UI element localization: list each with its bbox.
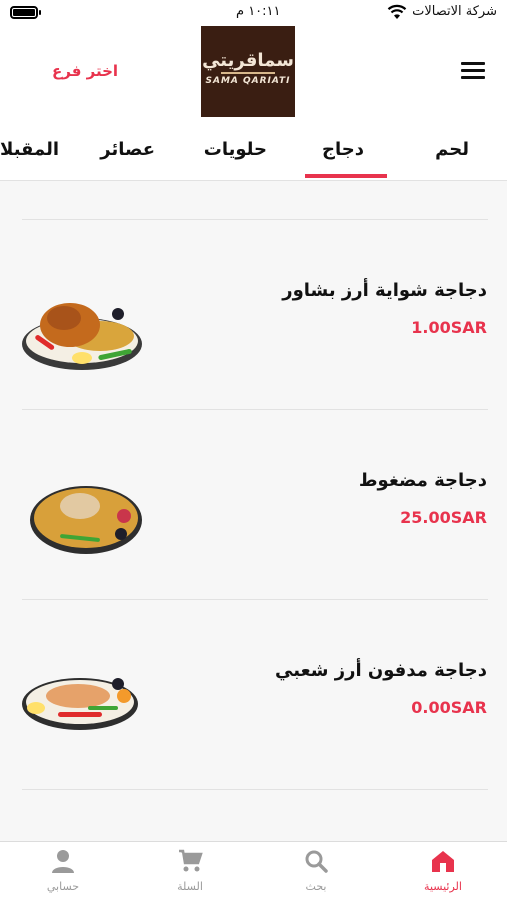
nav-label: الرئيسية: [424, 880, 462, 893]
account-icon: [52, 850, 74, 873]
dish-image: [30, 486, 142, 554]
list-item[interactable]: دجاجة مضغوط 25.00SAR: [0, 410, 507, 600]
divider: [22, 789, 488, 790]
logo-text: سماقريتي: [202, 50, 294, 71]
choose-branch-button[interactable]: اختر فرع: [52, 62, 118, 80]
tab-meat[interactable]: لحم: [435, 139, 469, 160]
status-bar: ١٠:١١ م شركة الاتصالات: [0, 0, 507, 26]
nav-label: حسابي: [46, 880, 80, 893]
item-title: دجاجة شواية أرز بشاور: [282, 280, 487, 301]
nav-label: بحث: [305, 880, 327, 893]
list-item[interactable]: دجاجة شواية أرز بشاور 1.00SAR: [0, 220, 507, 410]
cart-icon: [179, 849, 203, 872]
bottom-navigation: الرئيسية بحث السلة حسابي: [0, 841, 507, 900]
wifi-icon: [387, 4, 407, 19]
item-price: 1.00SAR: [411, 318, 487, 337]
nav-cart[interactable]: السلة: [140, 848, 240, 898]
dish-image: [22, 678, 138, 730]
hamburger-menu-icon[interactable]: [461, 62, 485, 82]
tab-chicken[interactable]: دجاج: [322, 139, 364, 160]
active-tab-indicator: [305, 174, 387, 178]
nav-account[interactable]: حسابي: [13, 848, 113, 898]
brand-logo: سماقريتي SAMA QARIATI: [201, 26, 295, 117]
dish-image: [22, 303, 142, 370]
carrier-name: شركة الاتصالات: [412, 4, 497, 19]
list-item[interactable]: دجاجة مدفون أرز شعبي 0.00SAR: [0, 600, 507, 790]
home-icon: [432, 851, 454, 872]
tab-appetizers[interactable]: المقبلات: [0, 139, 59, 160]
item-title: دجاجة مدفون أرز شعبي: [275, 660, 487, 681]
nav-home[interactable]: الرئيسية: [393, 848, 493, 898]
item-price: 0.00SAR: [411, 698, 487, 717]
category-tabs: لحم دجاج حلويات عصائر المقبلات: [0, 121, 507, 181]
product-list: دجاجة شواية أرز بشاور 1.00SAR دجاجة مضغو…: [0, 181, 507, 841]
app-header: اختر فرع سماقريتي SAMA QARIATI: [0, 26, 507, 121]
battery-icon: [10, 6, 41, 19]
nav-label: السلة: [177, 880, 203, 893]
status-time: ١٠:١١ م: [236, 4, 281, 19]
tab-sweets[interactable]: حلويات: [204, 139, 267, 160]
tab-juices[interactable]: عصائر: [100, 139, 155, 160]
item-title: دجاجة مضغوط: [358, 470, 487, 491]
item-price: 25.00SAR: [400, 508, 487, 527]
nav-search[interactable]: بحث: [266, 848, 366, 898]
search-icon: [305, 850, 328, 873]
logo-subtext: SAMA QARIATI: [205, 76, 291, 86]
